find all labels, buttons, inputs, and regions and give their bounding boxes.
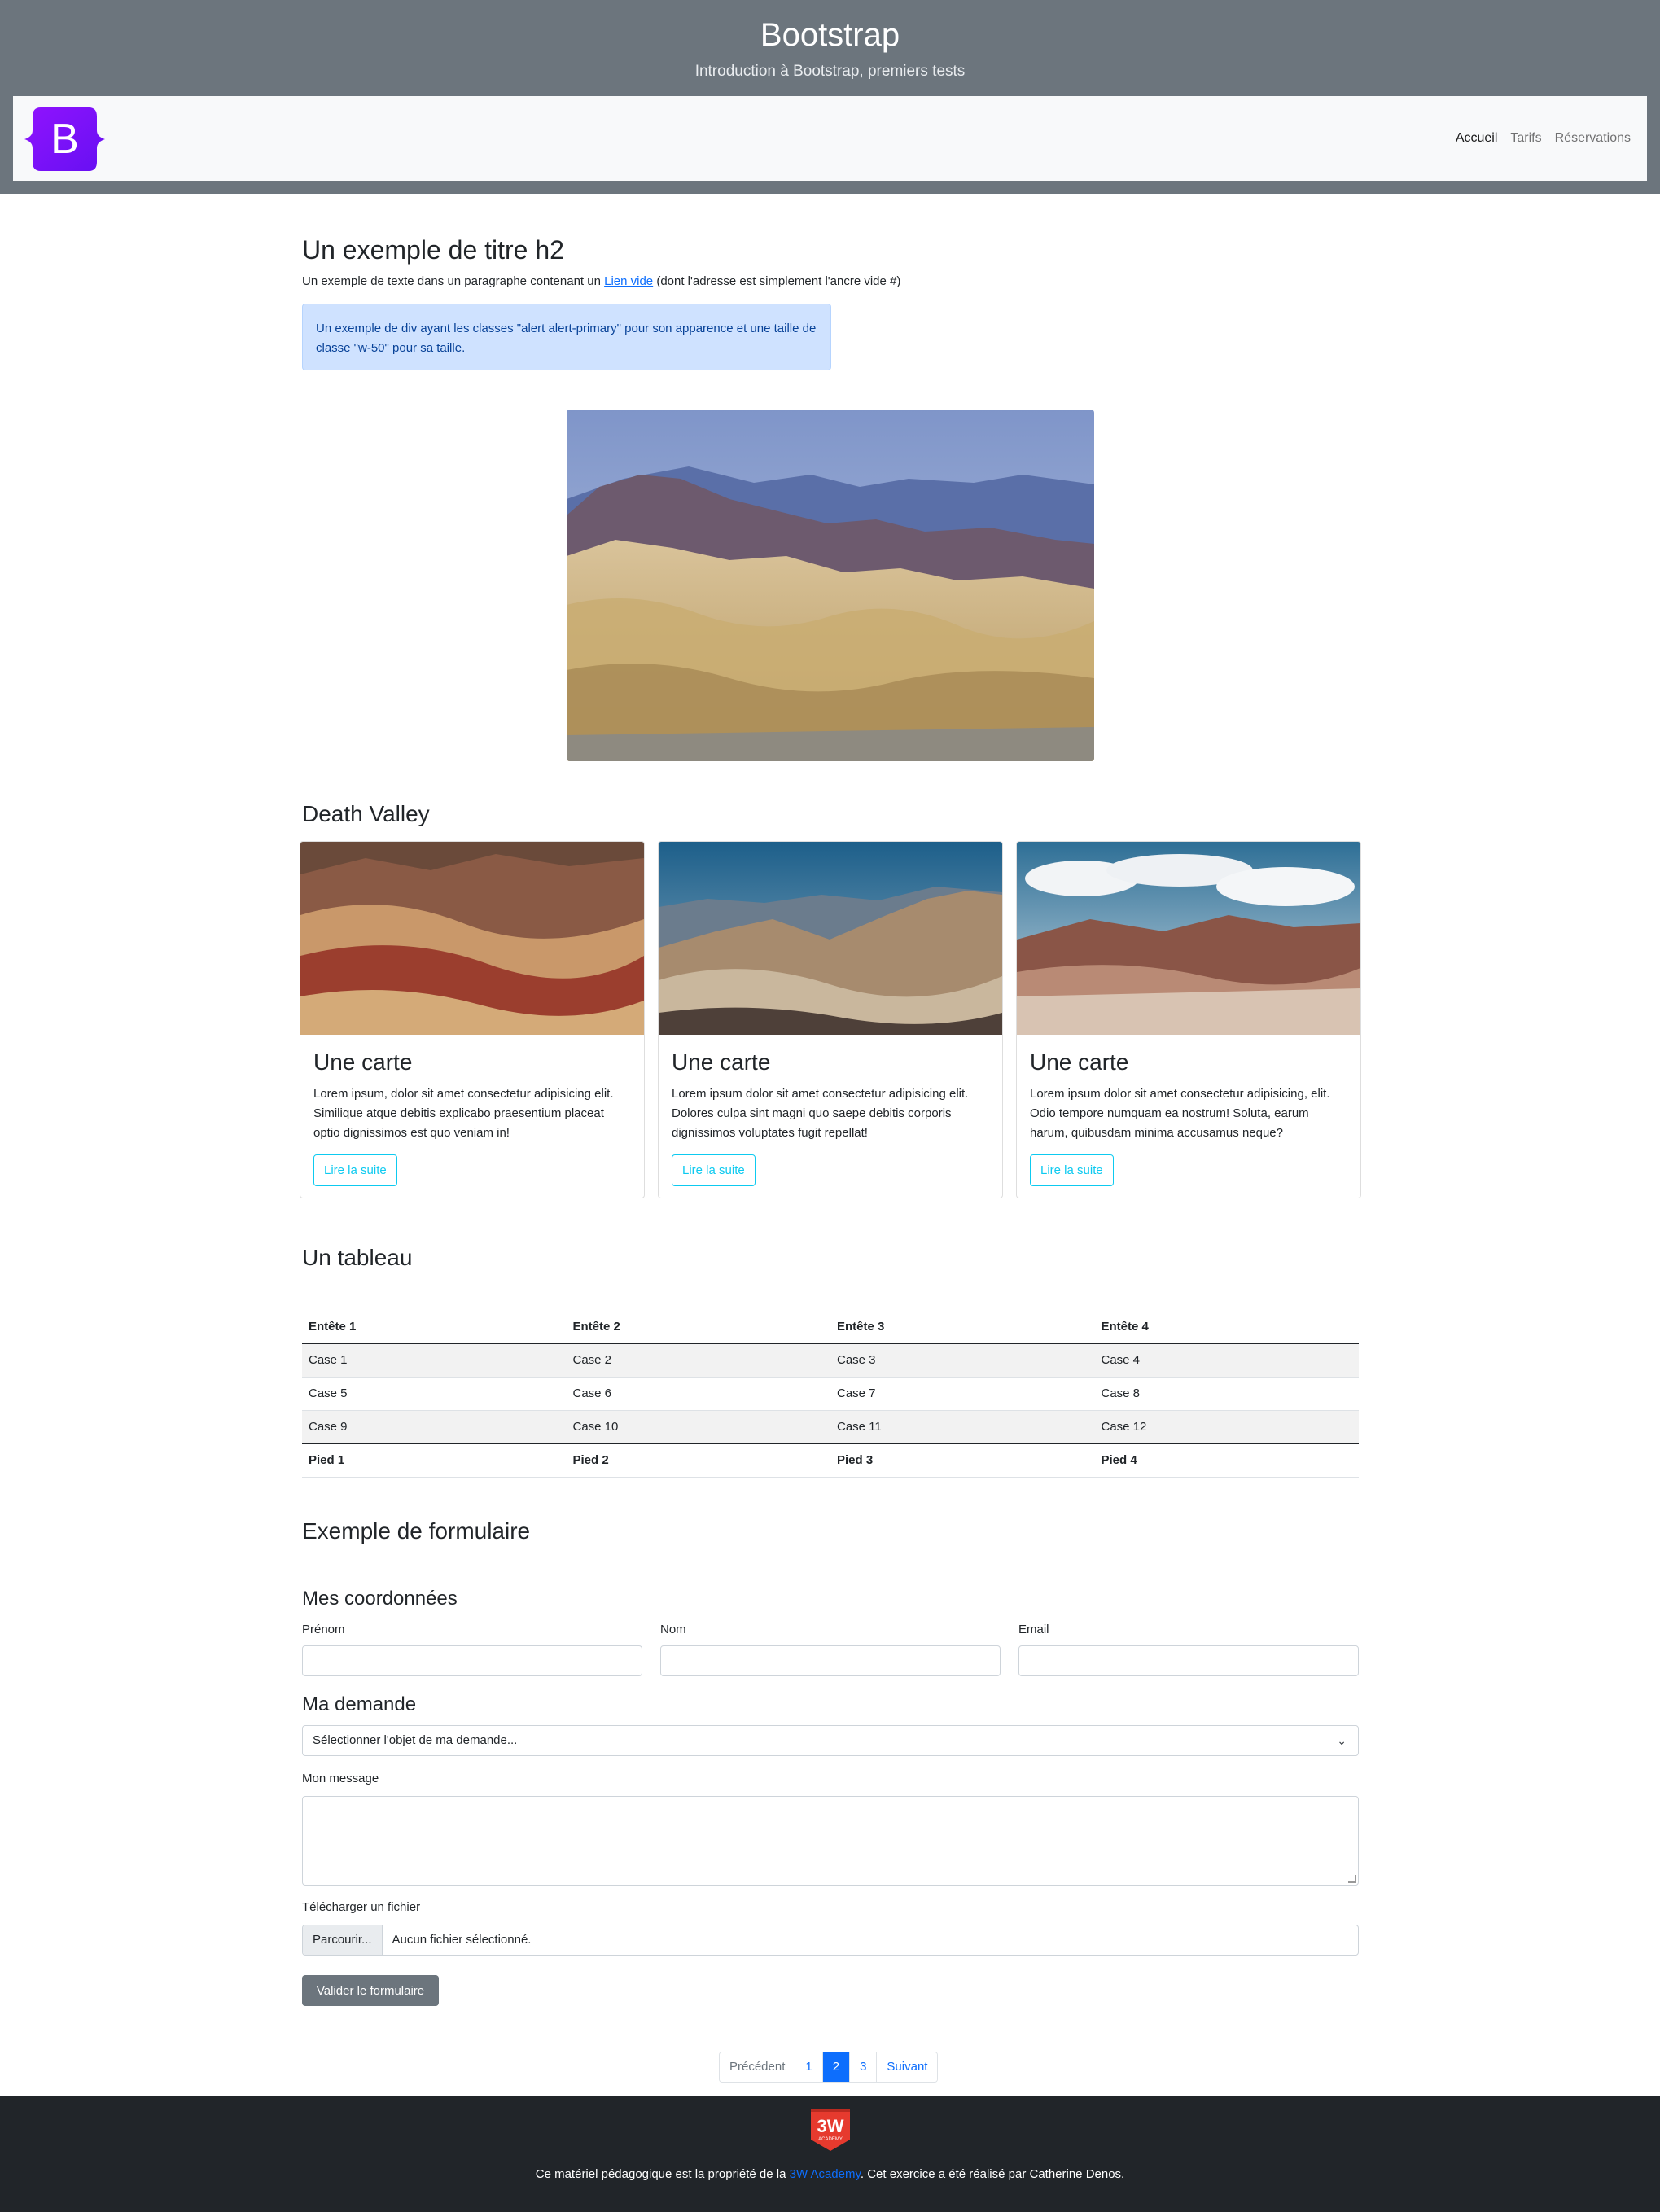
table-cell: Case 9: [302, 1410, 567, 1444]
logo-text: 3W: [817, 2116, 844, 2136]
intro-link[interactable]: Lien vide: [604, 274, 653, 288]
table-cell: Case 8: [1094, 1377, 1359, 1411]
table-footer-cell: Pied 2: [566, 1443, 830, 1478]
card-1-read-more-button[interactable]: Lire la suite: [313, 1154, 397, 1186]
table-cell: Case 12: [1094, 1410, 1359, 1444]
logo-subtext: ACADEMY: [818, 2137, 843, 2142]
email-label: Email: [1018, 1623, 1049, 1636]
pagination-next[interactable]: Suivant: [877, 2052, 938, 2082]
browse-button[interactable]: Parcourir...: [303, 1925, 383, 1955]
card-2-read-more-button[interactable]: Lire la suite: [672, 1154, 756, 1186]
table-footer-cell: Pied 3: [830, 1443, 1095, 1478]
table-title: Un tableau: [302, 1245, 413, 1270]
table-cell: Case 11: [830, 1410, 1095, 1444]
hero-landscape-image: [567, 410, 1094, 761]
card-1-title: Une carte: [313, 1049, 413, 1075]
form-title: Exemple de formulaire: [302, 1518, 531, 1544]
card-1-image: [300, 842, 644, 1035]
pagination: Précédent 1 2 3 Suivant: [719, 2052, 939, 2083]
card-1-text: Lorem ipsum, dolor sit amet consectetur …: [313, 1087, 614, 1140]
gallery-title: Death Valley: [302, 801, 430, 826]
navbar: B Accueil Tarifs Réservations: [13, 96, 1647, 181]
table-cell: Case 7: [830, 1377, 1095, 1411]
nav-reservations[interactable]: Réservations: [1555, 131, 1631, 146]
table-cell: Case 10: [566, 1410, 830, 1444]
intro-text-before: Un exemple de texte dans un paragraphe c…: [302, 274, 605, 288]
table-cell: Case 6: [566, 1377, 830, 1411]
pagination-page-2[interactable]: 2: [822, 2052, 851, 2082]
file-status: Aucun fichier sélectionné.: [392, 1933, 532, 1947]
table-cell: Case 5: [302, 1377, 567, 1411]
3w-academy-logo-icon[interactable]: 3W ACADEMY: [809, 2107, 852, 2153]
table-cell: Case 3: [830, 1343, 1095, 1378]
card-3-image: [1017, 842, 1360, 1035]
nav-tarifs[interactable]: Tarifs: [1510, 131, 1541, 146]
table-header-cell: Entête 1: [302, 1310, 567, 1344]
firstname-label: Prénom: [302, 1623, 345, 1636]
resize-handle-icon[interactable]: [1348, 1875, 1356, 1883]
select-value: Sélectionner l'objet de ma demande...: [313, 1733, 518, 1747]
file-label: Télécharger un fichier: [302, 1900, 421, 1914]
card-3-text: Lorem ipsum dolor sit amet consectetur a…: [1030, 1087, 1330, 1140]
footer-text: Ce matériel pédagogique est la propriété…: [0, 2166, 1660, 2184]
site-subtitle: Introduction à Bootstrap, premiers tests: [694, 63, 966, 80]
intro-text-after: (dont l'adresse est simplement l'ancre v…: [653, 274, 901, 288]
submit-button[interactable]: Valider le formulaire: [302, 1975, 439, 2006]
table-cell: Case 2: [566, 1343, 830, 1378]
card-3-title: Une carte: [1030, 1049, 1129, 1075]
intro-title: Un exemple de titre h2: [302, 235, 564, 265]
footer-text-before: Ce matériel pédagogique est la propriété…: [535, 2167, 790, 2181]
site-footer: 3W ACADEMY Ce matériel pédagogique est l…: [0, 2096, 1660, 2212]
message-textarea[interactable]: [302, 1796, 1359, 1886]
table-header-cell: Entête 4: [1094, 1310, 1359, 1344]
brand-letter: B: [50, 116, 79, 163]
request-section-title: Ma demande: [302, 1693, 417, 1715]
table-row: Case 5 Case 6 Case 7 Case 8: [302, 1377, 1359, 1411]
nav-accueil[interactable]: Accueil: [1456, 131, 1498, 146]
card-2: Une carte Lorem ipsum dolor sit amet con…: [658, 841, 1003, 1198]
card-3: Une carte Lorem ipsum dolor sit amet con…: [1016, 841, 1361, 1198]
pagination-prev[interactable]: Précédent: [720, 2052, 796, 2082]
request-subject-select[interactable]: Sélectionner l'objet de ma demande... ⌄: [302, 1725, 1359, 1756]
email-input[interactable]: [1018, 1645, 1359, 1676]
chevron-down-icon: ⌄: [1337, 1734, 1347, 1747]
table-footer-row: Pied 1 Pied 2 Pied 3 Pied 4: [302, 1443, 1359, 1478]
pagination-page-3[interactable]: 3: [850, 2052, 878, 2082]
table-footer-cell: Pied 4: [1094, 1443, 1359, 1478]
file-input[interactable]: Parcourir... Aucun fichier sélectionné.: [302, 1925, 1359, 1956]
lastname-label: Nom: [660, 1623, 686, 1636]
table-row: Case 9 Case 10 Case 11 Case 12: [302, 1410, 1359, 1444]
nav-links: Accueil Tarifs Réservations: [1456, 96, 1631, 181]
card-3-read-more-button[interactable]: Lire la suite: [1030, 1154, 1114, 1186]
site-title: Bootstrap: [760, 17, 900, 53]
table-footer-cell: Pied 1: [302, 1443, 567, 1478]
footer-link[interactable]: 3W Academy: [790, 2167, 861, 2181]
message-label: Mon message: [302, 1772, 379, 1785]
footer-text-after: . Cet exercice a été réalisé par Catheri…: [860, 2167, 1125, 2181]
card-2-text: Lorem ipsum dolor sit amet consectetur a…: [672, 1087, 969, 1140]
pagination-page-1[interactable]: 1: [795, 2052, 823, 2082]
card-2-image: [659, 842, 1002, 1035]
table-cell: Case 1: [302, 1343, 567, 1378]
contact-section-title: Mes coordonnées: [302, 1588, 458, 1610]
intro-paragraph: Un exemple de texte dans un paragraphe c…: [302, 273, 1359, 291]
table-row: Case 1 Case 2 Case 3 Case 4: [302, 1343, 1359, 1378]
site-header: Bootstrap Introduction à Bootstrap, prem…: [0, 0, 1660, 194]
table-cell: Case 4: [1094, 1343, 1359, 1378]
lastname-input[interactable]: [660, 1645, 1001, 1676]
data-table: Entête 1 Entête 2 Entête 3 Entête 4 Case…: [302, 1310, 1359, 1478]
table-header-cell: Entête 2: [566, 1310, 830, 1344]
table-header-row: Entête 1 Entête 2 Entête 3 Entête 4: [302, 1310, 1359, 1344]
alert-primary: Un exemple de div ayant les classes "ale…: [302, 304, 831, 370]
firstname-input[interactable]: [302, 1645, 642, 1676]
table-header-cell: Entête 3: [830, 1310, 1095, 1344]
card-1: Une carte Lorem ipsum, dolor sit amet co…: [300, 841, 645, 1198]
bootstrap-logo-icon[interactable]: B: [23, 106, 107, 173]
card-2-title: Une carte: [672, 1049, 771, 1075]
